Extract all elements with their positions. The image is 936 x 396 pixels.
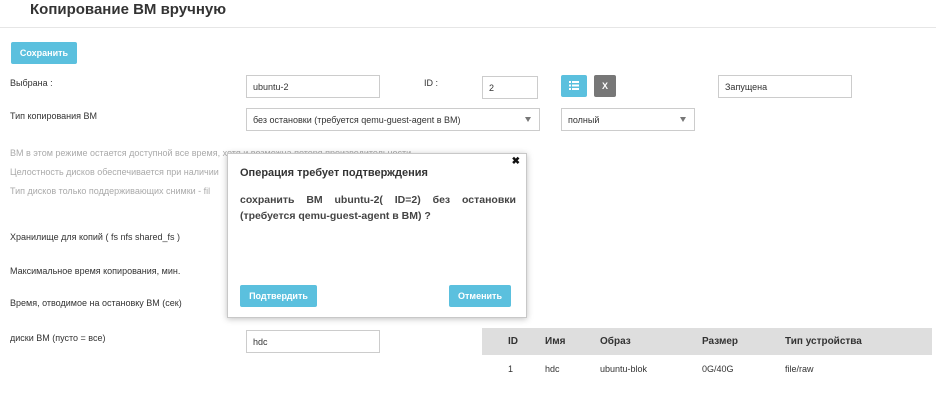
cancel-button[interactable]: Отменить	[449, 285, 511, 307]
column-header-image: Образ	[600, 336, 631, 347]
copy-type-label: Тип копирования ВМ	[10, 111, 98, 121]
confirm-dialog: ✖ Операция требует подтверждения сохрани…	[227, 153, 527, 318]
table-cell: 1	[508, 363, 514, 374]
copy-type-value: без остановки (требуется qemu-guest-agen…	[253, 114, 461, 125]
disks-field[interactable]: hdc	[246, 330, 380, 353]
selected-vm-field[interactable]: ubuntu-2	[246, 75, 380, 98]
divider	[0, 27, 936, 28]
save-button[interactable]: Сохранить	[11, 42, 77, 64]
hint-integrity: Целостность дисков обеспечивается при на…	[10, 167, 219, 177]
close-icon[interactable]: ✖	[512, 156, 520, 167]
chevron-down-icon	[525, 117, 531, 122]
status-field[interactable]: Запущена	[718, 75, 852, 98]
list-icon	[569, 80, 579, 92]
column-header-size: Размер	[702, 336, 739, 347]
table-cell: ubuntu-blok	[600, 363, 648, 374]
column-header-name: Имя	[545, 336, 566, 347]
table-cell: hdc	[545, 363, 560, 374]
disks-table: ID Имя Образ Размер Тип устройства 1 hdc…	[482, 328, 932, 382]
storage-label: Хранилище для копий ( fs nfs shared_fs )	[10, 232, 180, 242]
list-button[interactable]	[561, 75, 587, 97]
dialog-message: сохранить ВМ ubuntu-2( ID=2) без останов…	[240, 194, 516, 222]
clear-button[interactable]: X	[594, 75, 616, 97]
chevron-down-icon	[680, 117, 686, 122]
max-time-label: Максимальное время копирования, мин.	[10, 266, 181, 276]
table-cell: 0G/40G	[702, 363, 734, 374]
table-row[interactable]: 1 hdc ubuntu-blok 0G/40G file/raw	[482, 355, 932, 382]
copy-mode-select[interactable]: полный	[561, 108, 695, 131]
id-label: ID :	[424, 78, 439, 88]
copy-mode-value: полный	[568, 114, 600, 125]
table-cell: file/raw	[785, 363, 814, 374]
page-title: Копирование ВМ вручную	[30, 1, 227, 18]
column-header-id: ID	[508, 336, 518, 347]
id-field[interactable]: 2	[482, 76, 538, 99]
stop-time-label: Время, отводимое на остановку ВМ (сек)	[10, 298, 182, 308]
selected-label: Выбрана :	[10, 78, 53, 88]
hint-disk-types: Тип дисков только поддерживающих снимки …	[10, 186, 211, 196]
dialog-title: Операция требует подтверждения	[240, 167, 428, 179]
disks-label: диски ВМ (пусто = все)	[10, 333, 106, 343]
column-header-device-type: Тип устройства	[785, 336, 862, 347]
table-header: ID Имя Образ Размер Тип устройства	[482, 328, 932, 355]
copy-type-select[interactable]: без остановки (требуется qemu-guest-agen…	[246, 108, 540, 131]
confirm-button[interactable]: Подтвердить	[240, 285, 317, 307]
